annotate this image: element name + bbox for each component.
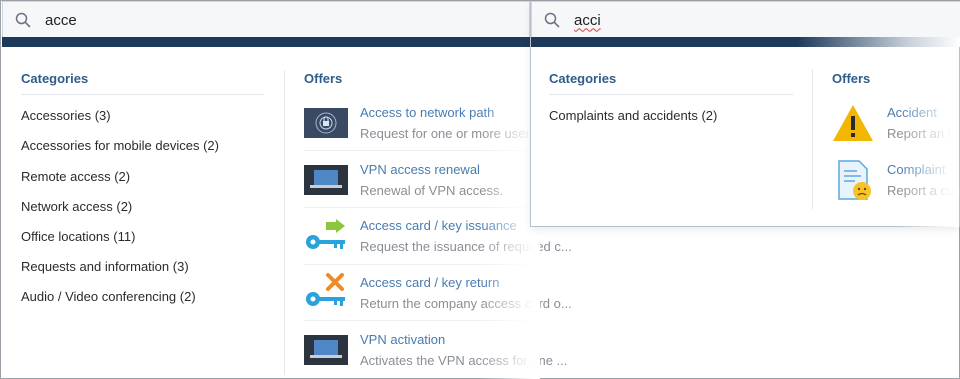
offer-title[interactable]: Access to network path	[360, 105, 494, 120]
search-icon	[544, 12, 560, 28]
header-band	[531, 37, 960, 47]
offer-title[interactable]: VPN activation	[360, 332, 445, 347]
offer-item[interactable]: Access to network path Request for one o…	[304, 105, 544, 161]
divider	[304, 207, 530, 208]
search-input[interactable]: acce	[45, 12, 77, 29]
offer-title[interactable]: Access card / key issuance	[360, 218, 517, 233]
category-item[interactable]: Accessories for mobile devices (2)	[21, 138, 219, 153]
key-x-icon	[306, 273, 345, 306]
offer-description: Report a cu	[887, 183, 955, 198]
offer-item[interactable]: VPN access renewal Renewal of VPN access…	[304, 162, 544, 218]
search-input[interactable]: acci	[574, 12, 601, 29]
offer-title[interactable]: Access card / key return	[360, 275, 499, 290]
category-item[interactable]: Remote access (2)	[21, 169, 130, 184]
offer-item[interactable]: Access card / key return Return the comp…	[304, 273, 572, 331]
divider	[304, 264, 530, 265]
column-divider	[812, 69, 813, 209]
divider	[549, 94, 793, 95]
divider	[304, 320, 530, 321]
category-item[interactable]: Complaints and accidents (2)	[549, 108, 717, 123]
laptop-icon	[304, 335, 348, 365]
offer-description: Return the company access card o...	[360, 296, 572, 311]
network-lock-icon	[304, 108, 348, 138]
offer-description: Request the issuance of required c...	[360, 239, 572, 254]
offer-description: Report an i	[887, 126, 951, 141]
category-item[interactable]: Audio / Video conferencing (2)	[21, 289, 196, 304]
offer-title[interactable]: Accident	[887, 105, 937, 120]
search-bar[interactable]: acci	[531, 1, 960, 39]
category-item[interactable]: Requests and information (3)	[21, 259, 189, 274]
offer-title[interactable]: Complaint	[887, 162, 946, 177]
warning-icon	[833, 105, 873, 141]
offer-item[interactable]: VPN activation Activates the VPN access …	[304, 332, 567, 379]
categories-heading: Categories	[21, 71, 89, 86]
category-item[interactable]: Network access (2)	[21, 199, 132, 214]
header-band	[2, 37, 530, 47]
search-icon	[15, 12, 31, 28]
offer-description: Renewal of VPN access.	[360, 183, 504, 198]
offers-heading: Offers	[304, 71, 343, 86]
complaint-document-icon	[838, 160, 871, 200]
search-panel-secondary: acci Categories Complaints and accidents…	[530, 1, 960, 227]
category-item[interactable]: Office locations (11)	[21, 229, 135, 244]
category-item[interactable]: Accessories (3)	[21, 108, 111, 123]
offer-item[interactable]: Accident Report an i	[831, 105, 960, 161]
laptop-icon	[304, 165, 348, 195]
offer-description: Activates the VPN access for one ...	[360, 353, 568, 368]
offer-title[interactable]: VPN access renewal	[360, 162, 480, 177]
categories-heading: Categories	[549, 71, 617, 86]
offer-item[interactable]: Access card / key issuance Request the i…	[304, 218, 572, 274]
divider	[21, 94, 264, 95]
offer-description: Request for one or more users	[360, 126, 537, 141]
offers-heading: Offers	[832, 71, 871, 86]
column-divider	[284, 70, 285, 375]
divider	[304, 150, 530, 151]
search-bar[interactable]: acce	[2, 1, 530, 39]
key-arrow-icon	[306, 219, 345, 249]
offer-item[interactable]: Complaint Report a cu	[831, 160, 960, 218]
